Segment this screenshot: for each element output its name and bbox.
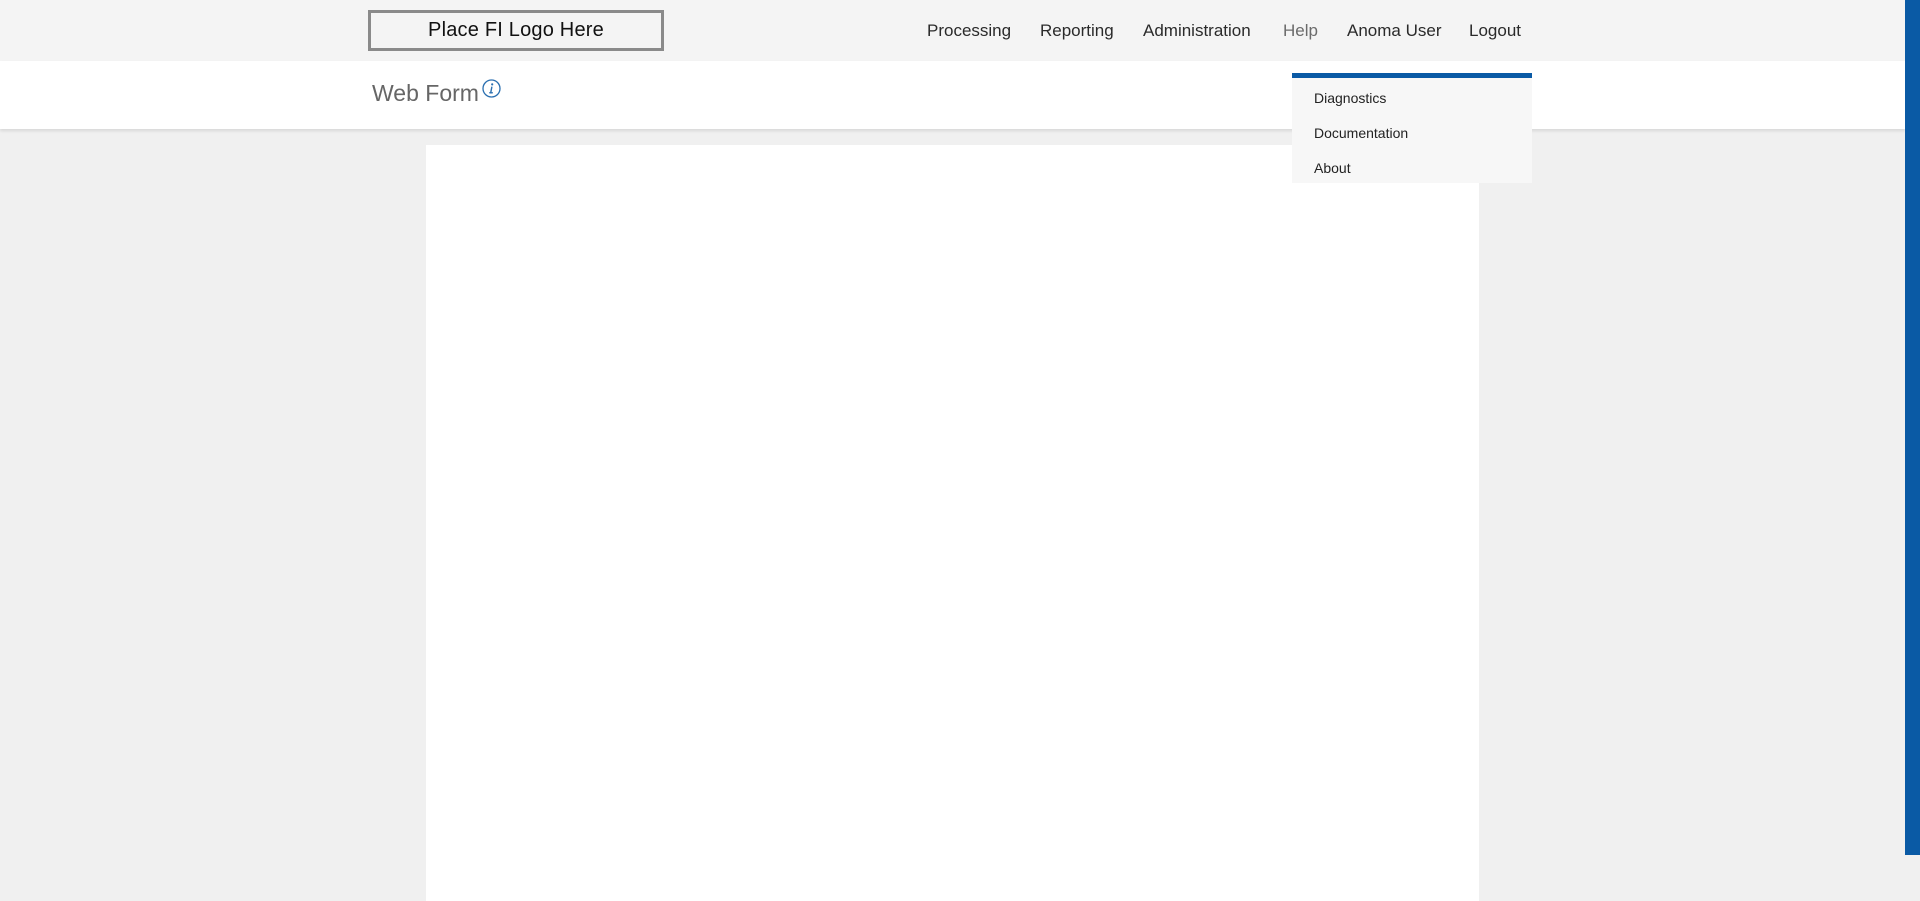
- menu-item-documentation[interactable]: Documentation: [1314, 125, 1408, 141]
- page-header: [0, 61, 1905, 129]
- logo-text: Place FI Logo Here: [428, 19, 604, 41]
- web-form-panel: [426, 145, 1479, 901]
- info-icon[interactable]: [482, 79, 501, 98]
- nav-administration[interactable]: Administration: [1143, 0, 1251, 61]
- menu-item-about[interactable]: About: [1314, 160, 1351, 176]
- page-title: Web Form: [372, 80, 479, 106]
- top-navigation-bar: Place FI Logo Here Processing Reporting …: [0, 0, 1905, 61]
- menu-item-diagnostics[interactable]: Diagnostics: [1314, 90, 1386, 106]
- nav-processing[interactable]: Processing: [927, 0, 1011, 61]
- logo-placeholder[interactable]: Place FI Logo Here: [368, 10, 664, 51]
- scrollbar-thumb[interactable]: [1905, 0, 1920, 855]
- nav-user[interactable]: Anoma User: [1347, 0, 1441, 61]
- nav-help[interactable]: Help: [1283, 0, 1318, 61]
- help-dropdown-menu: Diagnostics Documentation About: [1292, 73, 1532, 183]
- nav-logout[interactable]: Logout: [1469, 0, 1521, 61]
- nav-reporting[interactable]: Reporting: [1040, 0, 1114, 61]
